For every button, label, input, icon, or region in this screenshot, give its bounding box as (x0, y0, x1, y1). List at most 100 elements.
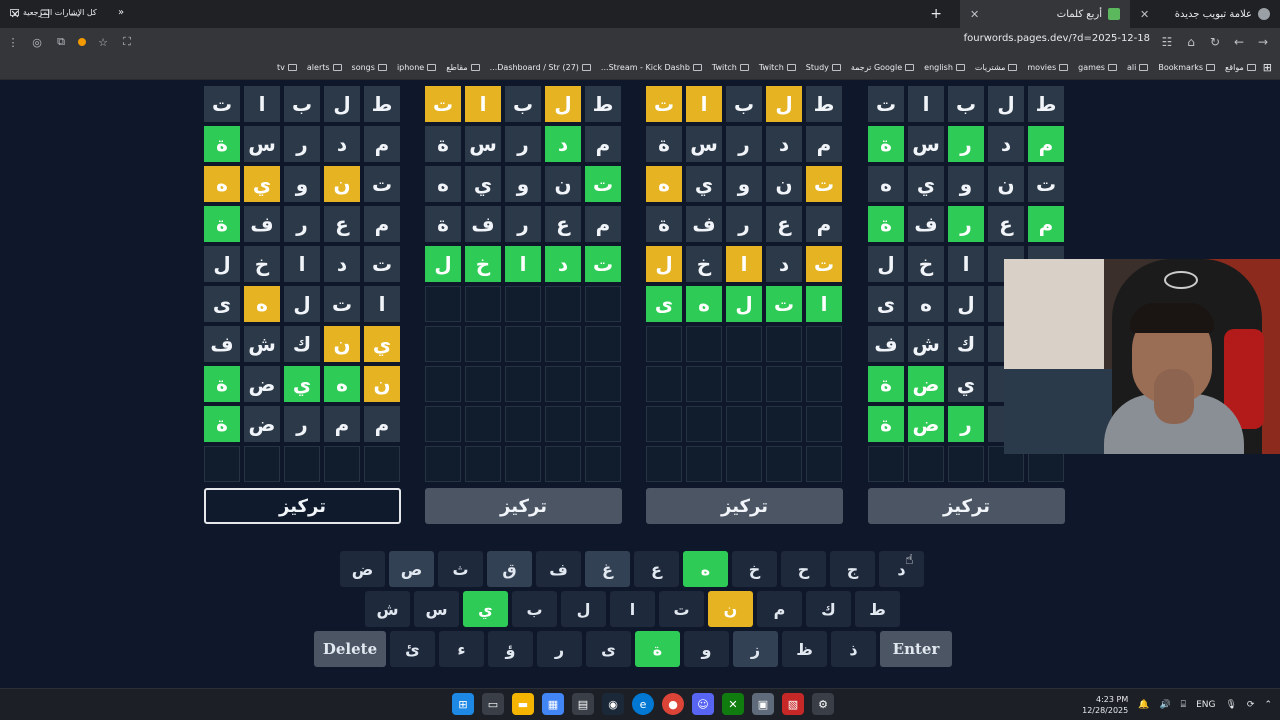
key[interactable]: ص (389, 551, 434, 587)
clock[interactable]: 4:23 PM 12/28/2025 (1082, 694, 1128, 716)
more-bookmarks-icon[interactable]: » (118, 0, 124, 24)
key[interactable]: ة (635, 631, 680, 667)
bookmark-item[interactable]: مواقع (1222, 63, 1259, 72)
key[interactable]: ظ (782, 631, 827, 667)
key[interactable]: ل (561, 591, 606, 627)
discord-icon[interactable]: ☺ (692, 693, 714, 715)
task-view-icon[interactable]: ▭ (482, 693, 504, 715)
bookmark-item[interactable]: (27) Dashboard / Str... (487, 63, 594, 72)
bookmark-item[interactable]: مشتريات (972, 63, 1020, 72)
extensions-icon[interactable]: ⧉ (54, 35, 68, 49)
key[interactable]: ب (512, 591, 557, 627)
key[interactable]: د (879, 551, 924, 587)
key[interactable]: ع (634, 551, 679, 587)
reload-icon[interactable]: ↻ (1206, 35, 1224, 49)
bookmark-item[interactable]: tv (274, 63, 300, 72)
apps-grid-icon[interactable]: ⊞ (1263, 61, 1272, 74)
screenshot-icon[interactable]: ⛶ (120, 35, 134, 49)
tab-new[interactable]: علامة تبويب جديدة ✕ (1130, 0, 1280, 28)
home-icon[interactable]: ⌂ (1182, 35, 1200, 49)
key[interactable]: خ (732, 551, 777, 587)
focus-button[interactable]: تركيز (425, 488, 622, 524)
key[interactable]: ح (781, 551, 826, 587)
new-tab-icon[interactable]: + (920, 6, 952, 22)
language-indicator[interactable]: ENG (1196, 700, 1215, 710)
key[interactable]: ي (463, 591, 508, 627)
key[interactable]: ج (830, 551, 875, 587)
profile-icon[interactable]: ◎ (30, 36, 44, 49)
key[interactable]: غ (585, 551, 630, 587)
key[interactable]: ز (733, 631, 778, 667)
key[interactable]: ت (659, 591, 704, 627)
focus-button[interactable]: تركيز (868, 488, 1065, 524)
mic-icon[interactable]: 🎙 (1225, 700, 1236, 710)
key[interactable]: ش (365, 591, 410, 627)
forward-icon[interactable]: ← (1230, 35, 1248, 49)
xbox-icon[interactable]: ✕ (722, 693, 744, 715)
key[interactable]: ث (438, 551, 483, 587)
edge-icon[interactable]: e (632, 693, 654, 715)
key[interactable]: ؤ (488, 631, 533, 667)
tab-fourwords[interactable]: أربع كلمات ✕ (960, 0, 1130, 28)
key[interactable]: ه (683, 551, 728, 587)
key[interactable]: ر (537, 631, 582, 667)
tray-overflow-icon[interactable]: ⌃ (1264, 700, 1272, 710)
bookmark-star-icon[interactable]: ☆ (96, 36, 110, 49)
close-icon[interactable]: ✕ (970, 8, 979, 21)
steam-icon[interactable]: ◉ (602, 693, 624, 715)
key[interactable]: ا (610, 591, 655, 627)
key[interactable]: ى (586, 631, 631, 667)
bookmark-item[interactable]: Stream - Kick Dashb... (598, 63, 705, 72)
focus-button[interactable]: تركيز (646, 488, 843, 524)
bookmark-item[interactable]: Twitch (756, 63, 799, 72)
bookmark-item[interactable]: songs (349, 63, 390, 72)
enter-key[interactable]: Enter (880, 631, 952, 667)
terminal-icon[interactable]: ▤ (572, 693, 594, 715)
bookmark-item[interactable]: Twitch (709, 63, 752, 72)
store-icon[interactable]: ▦ (542, 693, 564, 715)
chrome-icon[interactable]: ● (662, 693, 684, 715)
bookmark-item[interactable]: alerts (304, 63, 345, 72)
letter-tile: ل (868, 246, 904, 282)
sync-icon[interactable]: ⟳ (1247, 700, 1255, 710)
bookmark-item[interactable]: Bookmarks (1155, 63, 1218, 72)
bookmark-item[interactable]: iphone (394, 63, 439, 72)
bookmark-item[interactable]: ali (1124, 63, 1151, 72)
bookmark-item[interactable]: Google ترجمة (848, 63, 917, 72)
key[interactable]: ف (536, 551, 581, 587)
key[interactable]: ك (806, 591, 851, 627)
file-explorer-icon[interactable]: ▬ (512, 693, 534, 715)
close-icon[interactable]: ✕ (1140, 8, 1149, 21)
key[interactable]: م (757, 591, 802, 627)
all-bookmarks[interactable]: كل الإشارات المرجعية (10, 0, 97, 24)
recorder-icon[interactable]: ▧ (782, 693, 804, 715)
key[interactable]: ئ (390, 631, 435, 667)
delete-key[interactable]: Delete (314, 631, 386, 667)
bookmark-item[interactable]: english (921, 63, 968, 72)
letter-tile: ك (284, 326, 320, 362)
start-icon[interactable]: ⊞ (452, 693, 474, 715)
notification-icon[interactable]: 🔔 (1138, 700, 1149, 710)
key[interactable]: و (684, 631, 729, 667)
extension-icon[interactable] (78, 38, 86, 46)
key[interactable]: ض (340, 551, 385, 587)
volume-icon[interactable]: 🔊 (1159, 700, 1170, 710)
site-settings-icon[interactable]: ☷ (1158, 35, 1176, 49)
key[interactable]: ذ (831, 631, 876, 667)
key[interactable]: ق (487, 551, 532, 587)
menu-icon[interactable]: ⋮ (6, 36, 20, 49)
bookmark-item[interactable]: مقاطع (443, 63, 482, 72)
bookmark-item[interactable]: Study (803, 63, 844, 72)
app-icon[interactable]: ▣ (752, 693, 774, 715)
network-icon[interactable]: ⌸ (1181, 700, 1186, 710)
back-icon[interactable]: → (1254, 35, 1272, 49)
bookmark-item[interactable]: games (1075, 63, 1120, 72)
key[interactable]: ء (439, 631, 484, 667)
key[interactable]: ن (708, 591, 753, 627)
key[interactable]: ط (855, 591, 900, 627)
focus-button[interactable]: تركيز (204, 488, 401, 524)
bookmark-item[interactable]: movies (1024, 63, 1071, 72)
settings-icon[interactable]: ⚙ (812, 693, 834, 715)
address-bar[interactable]: fourwords.pages.dev/?d=2025-12-18 (964, 33, 1150, 44)
key[interactable]: س (414, 591, 459, 627)
